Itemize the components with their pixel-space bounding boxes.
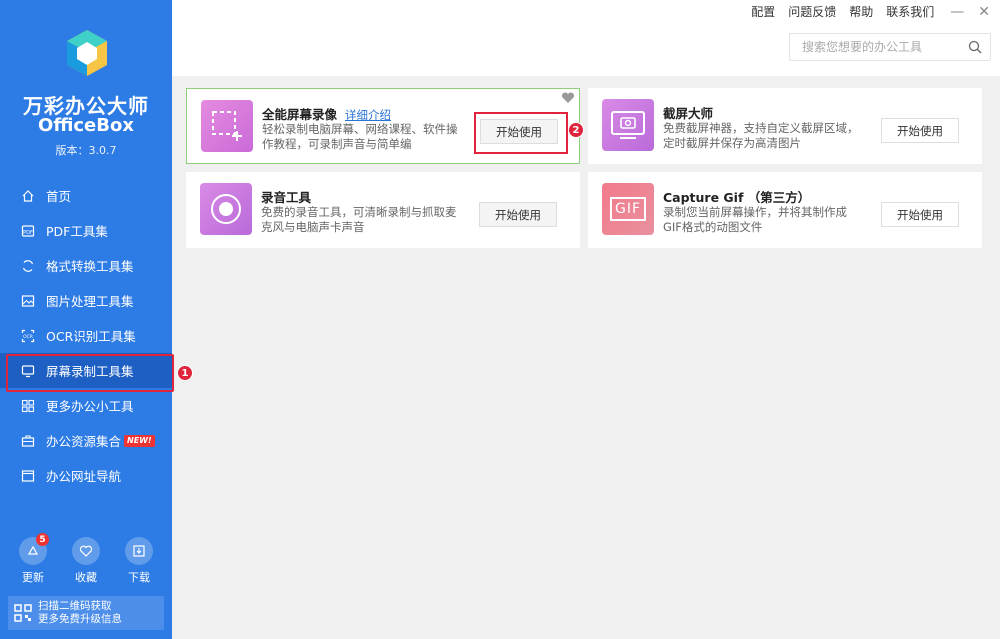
qr-line2: 更多免费升级信息 xyxy=(38,613,122,625)
window-icon xyxy=(20,468,36,484)
card-title: 全能屏幕录像 详细介绍 xyxy=(262,104,391,123)
svg-text:OCR: OCR xyxy=(23,334,33,340)
nav-item-convert[interactable]: 格式转换工具集 xyxy=(0,248,172,283)
nav-item-web-nav[interactable]: 办公网址导航 xyxy=(0,458,172,493)
bottom-actions: 5 更新 收藏 下载 xyxy=(16,533,156,585)
start-button[interactable]: 开始使用 xyxy=(474,112,568,154)
gif-label: GIF xyxy=(609,197,647,221)
nav-label: OCR识别工具集 xyxy=(46,329,136,344)
search-box xyxy=(789,33,991,61)
screen-record-thumb-icon xyxy=(201,100,253,152)
screenshot-thumb-icon xyxy=(602,99,654,151)
tool-card-capture-gif: GIF Capture Gif （第三方） 录制您当前屏幕操作，并将其制作成GI… xyxy=(588,172,982,248)
top-links: 配置 问题反馈 帮助 联系我们 — ✕ xyxy=(738,3,990,20)
sidebar: 万彩办公大师 OfficeBox 版本：3.0.7 首页 PDF PDF工具集 … xyxy=(0,0,174,639)
app-version: 版本：3.0.7 xyxy=(55,144,117,157)
nav-label: 格式转换工具集 xyxy=(46,259,134,274)
card-description: 免费的录音工具，可清晰录制与抓取麦克风与电脑声卡声音 xyxy=(261,205,457,234)
heart-icon xyxy=(72,537,100,565)
search-icon[interactable] xyxy=(968,40,982,54)
update-count-badge: 5 xyxy=(36,533,49,546)
nav-label: 办公网址导航 xyxy=(46,469,122,484)
nav-label: 图片处理工具集 xyxy=(46,294,134,309)
start-button[interactable]: 开始使用 xyxy=(479,202,557,227)
grid-icon xyxy=(20,398,36,414)
briefcase-icon xyxy=(20,433,36,449)
convert-icon xyxy=(20,258,36,274)
favorite-label: 收藏 xyxy=(75,571,97,584)
screen-icon xyxy=(20,363,36,379)
nav-item-ocr[interactable]: OCR OCR识别工具集 xyxy=(0,318,172,353)
update-button[interactable]: 5 更新 xyxy=(16,533,50,585)
card-title: Capture Gif （第三方） xyxy=(663,190,811,205)
close-button[interactable]: ✕ xyxy=(978,4,990,20)
nav-item-image[interactable]: 图片处理工具集 xyxy=(0,283,172,318)
app-subtitle: OfficeBox xyxy=(38,115,134,136)
card-title: 截屏大师 xyxy=(663,106,714,121)
svg-text:PDF: PDF xyxy=(23,230,33,236)
nav-item-more-tools[interactable]: 更多办公小工具 xyxy=(0,388,172,423)
nav-label: 更多办公小工具 xyxy=(46,399,134,414)
download-icon xyxy=(125,537,153,565)
nav-label: 办公资源集合 xyxy=(46,434,122,449)
image-icon xyxy=(20,293,36,309)
tool-card-screenshot: 截屏大师 免费截屏神器，支持自定义截屏区域，定时截屏并保存为高清图片 开始使用 xyxy=(588,88,982,164)
details-link[interactable]: 详细介绍 xyxy=(345,108,391,122)
nav-item-pdf[interactable]: PDF PDF工具集 xyxy=(0,213,172,248)
home-icon xyxy=(20,188,36,204)
pdf-icon: PDF xyxy=(20,223,36,239)
start-button[interactable]: 开始使用 xyxy=(881,118,959,143)
update-label: 更新 xyxy=(22,571,44,584)
new-badge: NEW! xyxy=(124,434,155,447)
nav-label: PDF工具集 xyxy=(46,224,108,239)
qr-line1: 扫描二维码获取 xyxy=(38,600,112,612)
ocr-icon: OCR xyxy=(20,328,36,344)
nav-label: 首页 xyxy=(46,189,72,204)
card-title-text: 全能屏幕录像 xyxy=(262,107,338,122)
nav-label: 屏幕录制工具集 xyxy=(46,364,134,379)
download-label: 下载 xyxy=(128,571,150,584)
search-input[interactable] xyxy=(802,40,962,54)
contact-link[interactable]: 联系我们 xyxy=(886,3,934,20)
download-button[interactable]: 下载 xyxy=(122,537,156,585)
config-link[interactable]: 配置 xyxy=(751,3,775,20)
minimize-button[interactable]: — xyxy=(950,4,964,20)
card-description: 录制您当前屏幕操作，并将其制作成GIF格式的动图文件 xyxy=(663,205,847,234)
sidebar-nav: 首页 PDF PDF工具集 格式转换工具集 图片处理工具集 OCR OCR识别工… xyxy=(0,178,174,493)
qr-promo[interactable]: 扫描二维码获取 更多免费升级信息 xyxy=(8,596,164,630)
tool-card-screen-recorder: 全能屏幕录像 详细介绍 轻松录制电脑屏幕、网络课程、软件操作教程，可录制声音与简单… xyxy=(186,88,580,164)
start-button[interactable]: 开始使用 xyxy=(881,202,959,227)
nav-item-home[interactable]: 首页 xyxy=(0,178,172,213)
heart-icon[interactable] xyxy=(561,92,575,104)
nav-item-resources[interactable]: 办公资源集合 NEW! xyxy=(0,423,172,458)
officebox-logo-icon xyxy=(67,30,107,76)
top-bar: 配置 问题反馈 帮助 联系我们 — ✕ xyxy=(172,0,1000,76)
card-description: 免费截屏神器，支持自定义截屏区域，定时截屏并保存为高清图片 xyxy=(663,121,859,150)
card-title: 录音工具 xyxy=(261,190,312,205)
gif-thumb-icon: GIF xyxy=(602,183,654,235)
tool-card-audio-recorder: 录音工具 免费的录音工具，可清晰录制与抓取麦克风与电脑声卡声音 开始使用 xyxy=(186,172,580,248)
feedback-link[interactable]: 问题反馈 xyxy=(788,3,836,20)
card-description: 轻松录制电脑屏幕、网络课程、软件操作教程，可录制声音与简单编辑,screen xyxy=(262,122,458,151)
step-marker-2: 2 xyxy=(568,122,584,138)
qr-code-icon xyxy=(14,604,32,622)
favorite-button[interactable]: 收藏 xyxy=(69,537,103,585)
step-marker-1: 1 xyxy=(177,365,193,381)
help-link[interactable]: 帮助 xyxy=(849,3,873,20)
record-audio-thumb-icon xyxy=(200,183,252,235)
nav-item-screen-record[interactable]: 屏幕录制工具集 xyxy=(0,353,174,392)
